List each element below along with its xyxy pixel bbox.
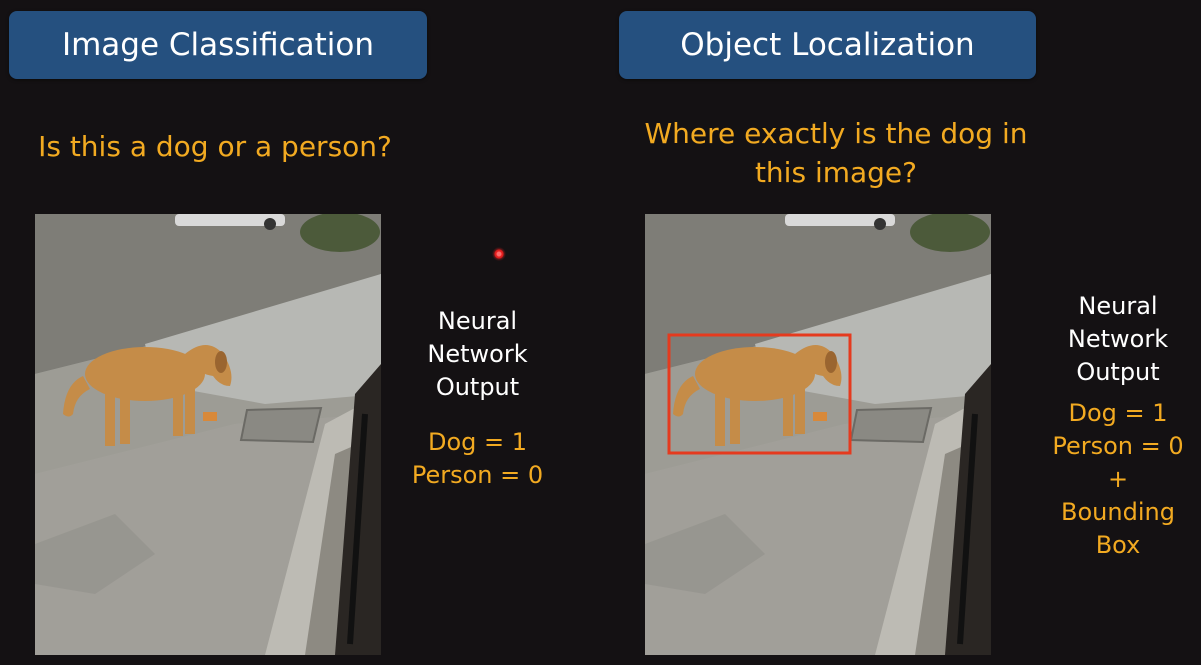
output-label-line: Network (1067, 325, 1169, 353)
laser-pointer-dot (492, 247, 506, 261)
object-localization-title: Object Localization (619, 11, 1036, 79)
output-label-line: Network (427, 340, 528, 368)
question-line: Where exactly is the dog in (644, 117, 1028, 150)
object-localization-title-text: Object Localization (680, 27, 975, 63)
output-label-line: Neural (437, 307, 518, 335)
image-classification-title-text: Image Classification (61, 27, 375, 63)
slide: Image Classification Is this a dog or a … (0, 0, 1201, 665)
output-label-line: Neural (1078, 292, 1158, 320)
dog-score: Dog = 1 (427, 428, 528, 456)
question-line: this image? (754, 156, 918, 189)
classification-question: Is this a dog or a person? (38, 130, 392, 163)
bounding-box-label-line: Bounding (1061, 498, 1175, 526)
output-label-line: Output (435, 373, 520, 401)
localization-question: Where exactly is the dog in this image? (600, 114, 1072, 192)
person-score: Person = 0 (411, 461, 544, 489)
output-label-line: Output (1076, 358, 1160, 386)
dog-photo-classification (35, 214, 381, 655)
image-classification-title: Image Classification (9, 11, 427, 79)
bounding-box-label-line: Box (1095, 531, 1141, 559)
dog-score: Dog = 1 (1068, 399, 1168, 427)
classification-output: Neural Network Output Dog = 1 Person = 0 (395, 305, 560, 492)
plus-sign: + (1107, 465, 1129, 493)
person-score: Person = 0 (1052, 432, 1184, 460)
dog-photo-localization (645, 214, 991, 655)
localization-output: Neural Network Output Dog = 1 Person = 0… (1035, 290, 1201, 562)
